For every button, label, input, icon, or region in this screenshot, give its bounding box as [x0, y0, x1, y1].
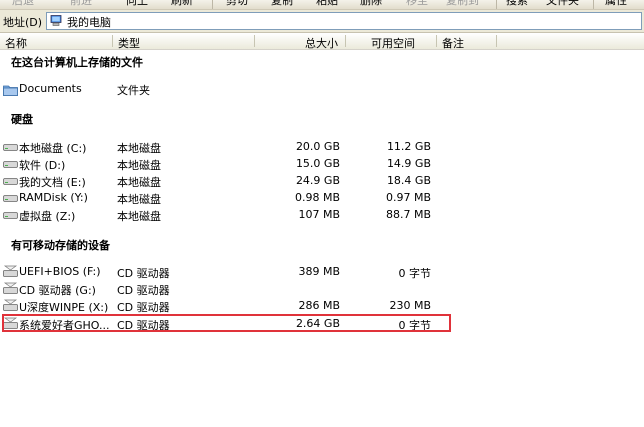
item-name: UEFI+BIOS (F:) — [19, 265, 101, 278]
item-free-space: 18.4 GB — [386, 174, 431, 187]
column-divider[interactable] — [345, 35, 346, 47]
item-free-space: 14.9 GB — [386, 157, 431, 170]
item-name: RAMDisk (Y:) — [19, 191, 88, 204]
item-name: Documents — [19, 82, 82, 95]
item-type: 本地磁盘 — [117, 159, 161, 172]
cd-drive-icon — [3, 265, 18, 277]
move-to-button[interactable]: 移至 — [406, 0, 428, 8]
item-type: 文件夹 — [117, 84, 150, 97]
search-button[interactable]: 搜索 — [506, 0, 528, 8]
item-type: CD 驱动器 — [117, 301, 170, 314]
item-type: 本地磁盘 — [117, 176, 161, 189]
delete-button[interactable]: 删除 — [360, 0, 382, 8]
folder-icon — [3, 85, 18, 96]
refresh-button[interactable]: 刷新 — [171, 0, 193, 8]
back-button[interactable]: 后退 — [12, 0, 34, 8]
column-comment[interactable]: 备注 — [442, 35, 464, 51]
my-computer-icon — [50, 15, 62, 26]
list-item[interactable]: Documents 文件夹 — [0, 81, 644, 97]
column-type[interactable]: 类型 — [118, 35, 140, 51]
address-value: 我的电脑 — [67, 16, 111, 29]
item-free-space: 11.2 GB — [386, 140, 431, 153]
column-divider[interactable] — [112, 35, 113, 47]
copy-to-button[interactable]: 复制到 — [446, 0, 479, 8]
item-name: 虚拟盘 (Z:) — [19, 210, 76, 223]
item-type: 本地磁盘 — [117, 193, 161, 206]
toolbar-separator — [212, 0, 213, 9]
item-free-space: 0.97 MB — [385, 191, 431, 204]
list-item[interactable]: 虚拟盘 (Z:) 本地磁盘 107 MB 88.7 MB — [0, 207, 644, 223]
group-hard-disks: 硬盘 — [11, 113, 33, 126]
hard-drive-icon — [3, 212, 18, 219]
column-name[interactable]: 名称 — [5, 35, 27, 51]
item-total-size: 0.98 MB — [294, 191, 340, 204]
column-free-space[interactable]: 可用空间 — [371, 35, 415, 51]
hard-drive-icon — [3, 178, 18, 185]
properties-button[interactable]: 属性 — [605, 0, 627, 8]
item-type: CD 驱动器 — [117, 284, 170, 297]
column-divider[interactable] — [496, 35, 497, 47]
item-name: 软件 (D:) — [19, 159, 66, 172]
item-total-size: 24.9 GB — [295, 174, 340, 187]
folders-button[interactable]: 文件夹 — [546, 0, 579, 8]
list-item[interactable]: CD 驱动器 (G:) CD 驱动器 — [0, 281, 644, 297]
item-free-space: 88.7 MB — [385, 208, 431, 221]
cut-button[interactable]: 剪切 — [226, 0, 248, 8]
up-button[interactable]: 向上 — [126, 0, 148, 8]
hard-drive-icon — [3, 195, 18, 202]
item-total-size: 15.0 GB — [295, 157, 340, 170]
item-free-space: 230 MB — [389, 299, 431, 312]
address-label: 地址(D) — [3, 16, 43, 29]
list-item[interactable]: 软件 (D:) 本地磁盘 15.0 GB 14.9 GB — [0, 156, 644, 172]
forward-button[interactable]: 前进 — [70, 0, 92, 8]
item-name: 我的文档 (E:) — [19, 176, 86, 189]
item-name: 本地磁盘 (C:) — [19, 142, 87, 155]
cd-drive-icon — [3, 282, 18, 294]
item-total-size: 20.0 GB — [295, 140, 340, 153]
highlight-box — [2, 314, 451, 332]
item-name: CD 驱动器 (G:) — [19, 284, 96, 297]
item-total-size: 389 MB — [298, 265, 340, 278]
address-bar: 地址(D) 我的电脑 — [0, 10, 644, 33]
list-item[interactable]: 本地磁盘 (C:) 本地磁盘 20.0 GB 11.2 GB — [0, 139, 644, 155]
item-type: 本地磁盘 — [117, 142, 161, 155]
item-free-space: 0 字节 — [398, 267, 432, 280]
list-item[interactable]: U深度WINPE (X:) CD 驱动器 286 MB 230 MB — [0, 298, 644, 314]
list-item[interactable]: RAMDisk (Y:) 本地磁盘 0.98 MB 0.97 MB — [0, 190, 644, 206]
list-item[interactable]: UEFI+BIOS (F:) CD 驱动器 389 MB 0 字节 — [0, 264, 644, 280]
item-type: 本地磁盘 — [117, 210, 161, 223]
cd-drive-icon — [3, 299, 18, 311]
group-removable-devices: 有可移动存储的设备 — [11, 239, 110, 252]
copy-button[interactable]: 复制 — [271, 0, 293, 8]
paste-button[interactable]: 粘贴 — [316, 0, 338, 8]
item-total-size: 286 MB — [298, 299, 340, 312]
address-input[interactable]: 我的电脑 — [46, 12, 642, 30]
column-divider[interactable] — [436, 35, 437, 47]
toolbar-separator — [593, 0, 594, 9]
column-divider[interactable] — [254, 35, 255, 47]
hard-drive-icon — [3, 144, 18, 151]
hard-drive-icon — [3, 161, 18, 168]
toolbar: 后退 前进 向上 刷新 剪切 复制 粘贴 删除 移至 复制到 搜索 文件夹 属性 — [0, 0, 644, 10]
column-header: 名称 类型 总大小 可用空间 备注 — [0, 33, 644, 50]
item-type: CD 驱动器 — [117, 267, 170, 280]
toolbar-separator — [496, 0, 497, 9]
list-item[interactable]: 我的文档 (E:) 本地磁盘 24.9 GB 18.4 GB — [0, 173, 644, 189]
column-total-size[interactable]: 总大小 — [305, 35, 338, 51]
group-stored-files: 在这台计算机上存储的文件 — [11, 56, 143, 69]
item-total-size: 107 MB — [298, 208, 340, 221]
item-name: U深度WINPE (X:) — [19, 301, 109, 314]
file-list: 在这台计算机上存储的文件 Documents 文件夹 硬盘 本地磁盘 (C:) … — [0, 50, 644, 427]
